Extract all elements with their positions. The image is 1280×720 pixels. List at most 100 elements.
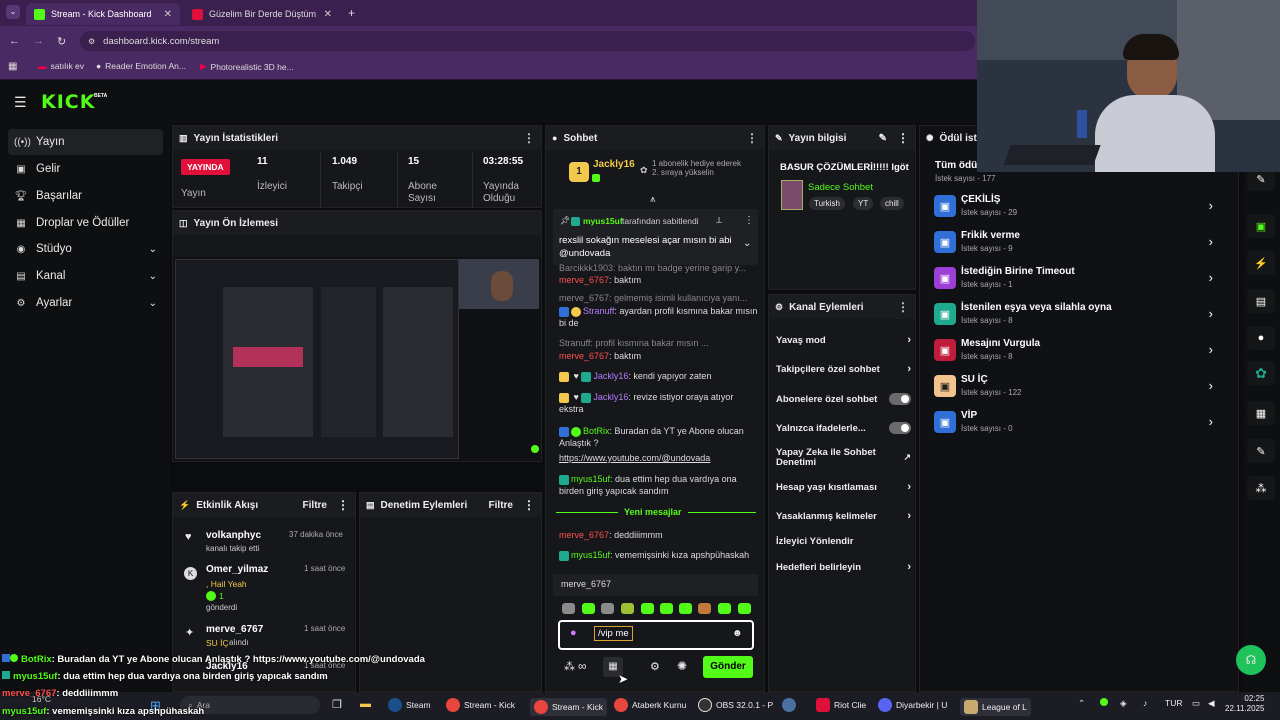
filter-button[interactable]: Filtre — [303, 500, 327, 511]
more-icon[interactable]: ⋮ — [744, 215, 754, 226]
event-user[interactable]: volkanphyc — [206, 530, 261, 541]
more-icon[interactable]: ⋮ — [897, 131, 909, 145]
more-icon[interactable]: ⋮ — [746, 131, 758, 145]
network-icon[interactable]: ▭ — [1192, 698, 1200, 709]
more-icon[interactable]: ⋮ — [897, 300, 909, 314]
event-user[interactable]: merve_6767 — [206, 624, 263, 635]
wrench-icon[interactable]: ✎ — [1247, 439, 1275, 463]
sidebar-item-basarilar[interactable]: 🏆︎ Başarılar — [8, 183, 163, 209]
new-tab-icon[interactable]: + — [348, 6, 355, 20]
mic-icon[interactable]: ● — [570, 627, 577, 639]
taskbar-discord[interactable]: Diyarbekir | U — [878, 698, 947, 712]
reward-row[interactable]: ▣ İstenilen eşya veya silahla oyna İstek s… — [934, 301, 1219, 329]
bookmark-item[interactable]: ● Reader Emotion An... — [96, 61, 186, 71]
ai-moderation-row[interactable]: Yapay Zeka ile Sohbet Denetimi ↗ — [776, 448, 911, 468]
apps-icon[interactable]: ▦ — [8, 61, 17, 72]
taskbar-steam[interactable]: Steam — [388, 698, 431, 712]
mic-tray-icon[interactable]: ♪ — [1143, 698, 1147, 708]
reward-icon[interactable]: ✺ — [677, 659, 687, 673]
layout-icon[interactable]: ▦ — [1247, 401, 1275, 425]
language-indicator[interactable]: TUR — [1165, 698, 1182, 708]
url-field[interactable]: ⚙ dashboard.kick.com/stream — [80, 31, 975, 51]
emote-icon[interactable] — [562, 603, 575, 614]
sidebar-item-yayin[interactable]: ((•)) Yayın — [8, 129, 163, 155]
kick-logo[interactable]: KICK — [41, 91, 95, 113]
tab-youtube[interactable]: Güzelim Bir Derde Düştüm ✕ — [184, 3, 340, 25]
chat-input-box[interactable] — [558, 620, 754, 650]
taskview-icon[interactable]: ❐ — [332, 698, 342, 711]
emoji-icon[interactable]: ☻ — [732, 628, 743, 639]
settings-icon[interactable]: ⚙ — [650, 660, 660, 673]
close-tab-icon[interactable]: ✕ — [324, 9, 332, 20]
emote-icon[interactable] — [718, 603, 731, 614]
taskbar-chrome-2[interactable]: Stream - Kick — [530, 698, 608, 716]
more-icon[interactable]: ⋮ — [337, 498, 349, 512]
kicks-icon[interactable]: ⁂ — [564, 660, 575, 673]
emote-icon[interactable] — [641, 603, 654, 614]
sidebar-item-ayarlar[interactable]: ⚙ Ayarlar ⌄ — [8, 290, 163, 316]
volume-icon[interactable]: ◀ — [1208, 698, 1215, 709]
edit-icon[interactable]: ✎ — [879, 133, 887, 144]
emote-icon[interactable] — [621, 603, 634, 614]
chevron-down-icon[interactable]: ⌄ — [743, 238, 751, 249]
tray-app-icon[interactable]: ◈ — [1120, 698, 1127, 709]
emote-icon[interactable] — [601, 603, 614, 614]
banned-words-row[interactable]: Yasaklanmış kelimeler › — [776, 510, 911, 522]
collapse-icon[interactable]: ⩚ — [650, 194, 656, 205]
raid-row[interactable]: İzleyici Yönlendir — [776, 536, 911, 547]
goals-row[interactable]: Hedefleri belirleyin › — [776, 561, 911, 573]
infinity-icon[interactable]: ∞ — [578, 659, 587, 673]
emotes-only-toggle[interactable] — [889, 422, 911, 434]
sidebar-item-gelir[interactable]: ▣ Gelir — [8, 156, 163, 182]
emote-icon[interactable] — [660, 603, 673, 614]
sidebar-item-studyo[interactable]: ◉ Stüdyo ⌄ — [8, 236, 163, 262]
openai-icon[interactable]: ✿ — [1247, 361, 1275, 385]
reward-row[interactable]: ▣ SU İÇ İstek sayısı - 122 › — [934, 373, 1219, 401]
more-icon[interactable]: ⋮ — [523, 131, 535, 145]
subs-only-toggle[interactable] — [889, 393, 911, 405]
tab-kick-dashboard[interactable]: Stream - Kick Dashboard ✕ — [26, 3, 180, 25]
chat-input[interactable]: /vip me — [594, 626, 633, 641]
site-info-icon[interactable]: ⚙ — [88, 37, 95, 46]
users-icon[interactable]: ⁂ — [1247, 476, 1275, 500]
unpin-icon[interactable]: ⟂ — [716, 215, 722, 226]
support-icon[interactable]: ☊ — [1236, 645, 1266, 675]
emote-icon[interactable] — [698, 603, 711, 614]
top-gifter-user[interactable]: Jackly16 — [593, 159, 635, 170]
sidebar-item-kanal[interactable]: ▤ Kanal ⌄ — [8, 263, 163, 289]
explorer-icon[interactable]: ▬ — [360, 698, 371, 710]
taskbar-chrome-1[interactable]: Stream - Kick — [446, 698, 515, 712]
slow-mode-row[interactable]: Yavaş mod › — [776, 334, 911, 346]
close-tab-icon[interactable]: ✕ — [164, 9, 172, 20]
reward-row[interactable]: ▣ Frikik verme İstek sayısı - 9 › — [934, 229, 1219, 257]
forward-icon[interactable]: → — [33, 35, 44, 47]
all-rewards-label[interactable]: Tüm ödül — [935, 160, 980, 171]
focus-icon[interactable]: ▣ — [1247, 214, 1275, 238]
send-button[interactable]: Gönder — [703, 656, 753, 678]
emote-icon[interactable] — [738, 603, 751, 614]
tray-status-icon[interactable] — [1100, 698, 1108, 706]
account-age-row[interactable]: Hesap yaşı kısıtlaması › — [776, 481, 911, 493]
bookmark-item[interactable]: ▶ Photorealistic 3D he... — [200, 61, 294, 72]
sidebar-item-droplar[interactable]: ▦ Droplar ve Ödüller — [8, 210, 163, 236]
chat-link[interactable]: https://www.youtube.com/@undovada — [559, 452, 759, 464]
taskbar-settings[interactable] — [782, 698, 796, 712]
reward-row[interactable]: ▣ İstediğin Birine Timeout İstek sayısı - … — [934, 265, 1219, 293]
taskbar-riot[interactable]: Riot Clie — [816, 698, 866, 712]
filter-button[interactable]: Filtre — [489, 500, 513, 511]
taskbar-obs[interactable]: OBS 32.0.1 - P — [698, 698, 773, 712]
reward-row[interactable]: ▣ VİP İstek sayısı - 0 › — [934, 409, 1219, 437]
followers-only-row[interactable]: Takipçilere özel sohbet › — [776, 363, 911, 375]
category-name[interactable]: Sadece Sohbet — [808, 182, 873, 193]
reward-row[interactable]: ▣ Mesajını Vurgula İstek sayısı - 8 › — [934, 337, 1219, 365]
stream-preview-video[interactable] — [173, 257, 541, 461]
flash-icon[interactable]: ⚡ — [1247, 251, 1275, 275]
clock[interactable]: 02:25 22.11.2025 — [1225, 694, 1264, 714]
clipboard-icon[interactable]: ▤ — [1247, 289, 1275, 313]
taskbar-lol[interactable]: League of L — [960, 698, 1031, 716]
reload-icon[interactable]: ↻ — [57, 35, 66, 48]
back-icon[interactable]: ← — [9, 35, 20, 47]
event-user[interactable]: Omer_yilmaz — [206, 564, 268, 575]
more-icon[interactable]: ⋮ — [523, 498, 535, 512]
emote-icon[interactable] — [679, 603, 692, 614]
